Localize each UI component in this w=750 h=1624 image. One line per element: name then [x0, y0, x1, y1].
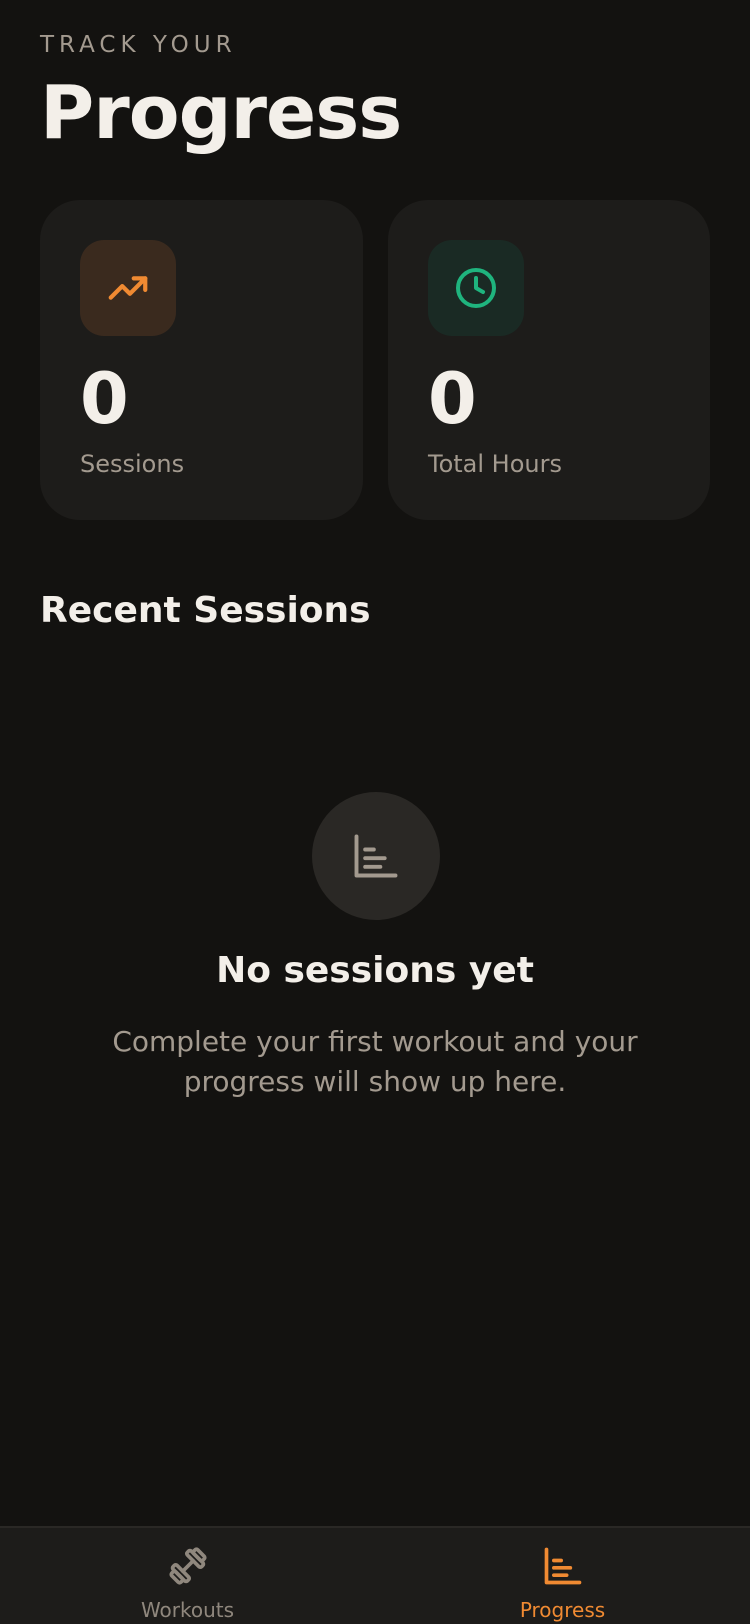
tab-workouts[interactable]: Workouts: [0, 1528, 375, 1624]
tab-progress[interactable]: Progress: [375, 1528, 750, 1624]
tab-workouts-label: Workouts: [140, 1598, 235, 1622]
bar-chart-icon: [312, 792, 440, 920]
sessions-value: 0: [80, 358, 129, 440]
clock-icon: [428, 240, 524, 336]
sessions-label: Sessions: [80, 450, 185, 478]
page-title: Progress: [40, 70, 402, 156]
trending-up-icon: [80, 240, 176, 336]
page-eyebrow: TRACK YOUR: [40, 32, 237, 58]
empty-state-text: Complete your first workout and your pro…: [112, 1025, 638, 1098]
progress-screen: TRACK YOUR Progress 0 Sessions 0 Total H…: [0, 0, 750, 1624]
recent-sessions-heading: Recent Sessions: [40, 590, 371, 631]
total-hours-value: 0: [428, 358, 477, 440]
dumbbell-icon: [168, 1547, 207, 1585]
bar-chart-icon: [544, 1547, 581, 1585]
tab-progress-label: Progress: [519, 1598, 606, 1622]
total-hours-stat-card: 0 Total Hours: [388, 200, 710, 520]
total-hours-label: Total Hours: [428, 450, 562, 478]
sessions-stat-card: 0 Sessions: [40, 200, 363, 520]
bottom-tab-bar: Workouts Progress: [0, 1526, 750, 1624]
empty-state-title: No sessions yet: [216, 950, 534, 991]
